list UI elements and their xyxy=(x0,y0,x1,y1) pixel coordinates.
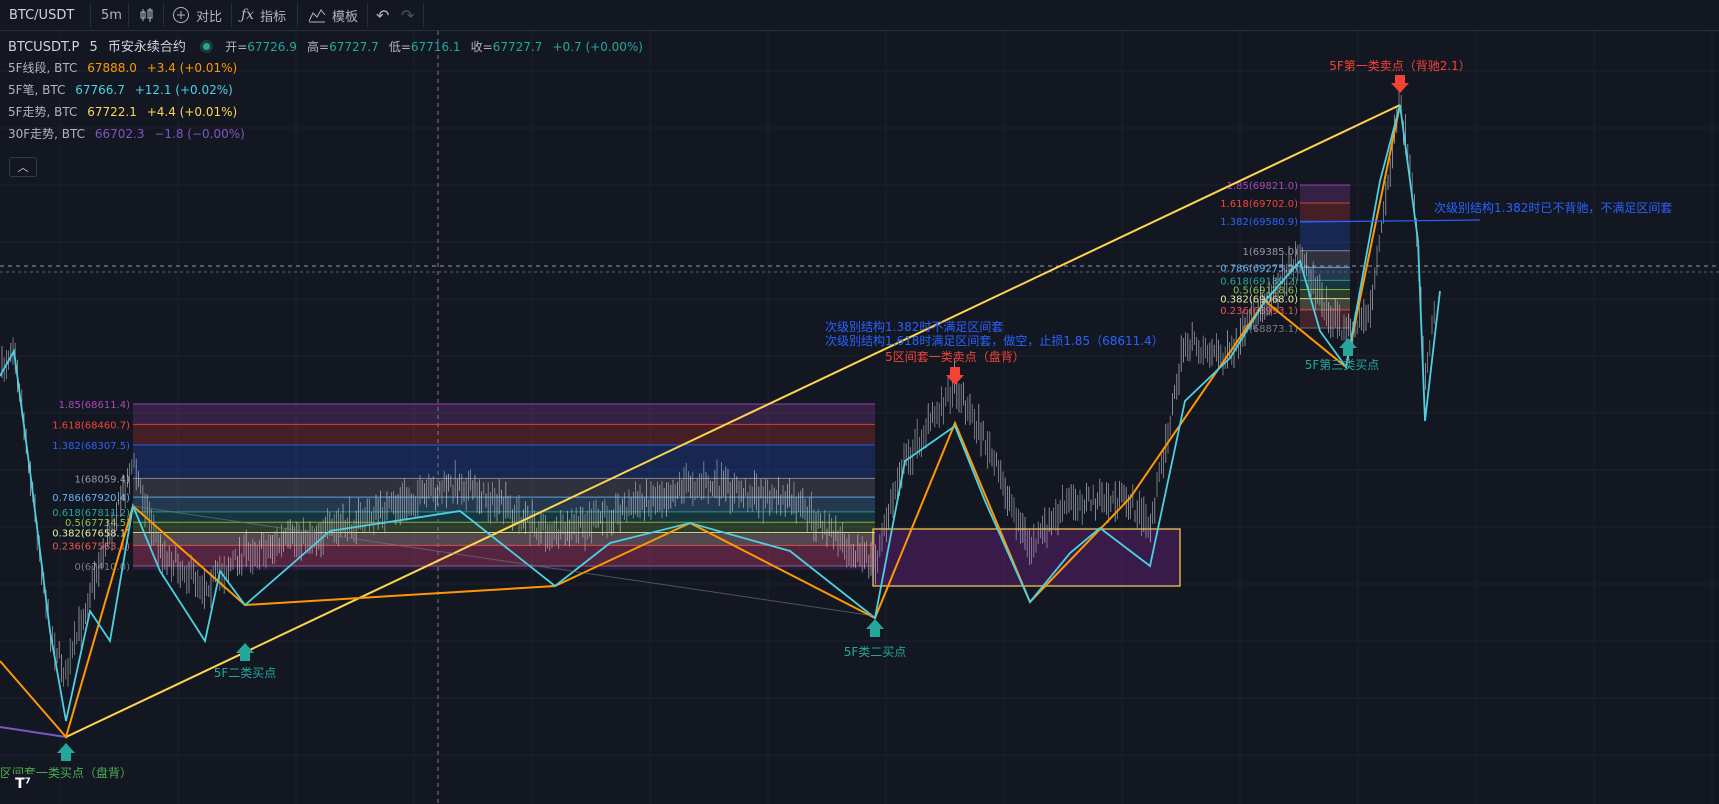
annotation-buy-label: 5F二类买点 xyxy=(214,666,277,680)
fib-right-band xyxy=(1300,221,1350,251)
annotation-note-label: 次级别结构1.382时已不背驰，不满足区间套 xyxy=(1434,200,1672,215)
toolbar-divider xyxy=(231,3,232,27)
fib-right-level-label: 1.618(69702.0) xyxy=(1220,199,1298,210)
price-chart[interactable]: 1.85(68611.4) 1.618(68460.7) 1.382(68307.5… xyxy=(0,31,1719,804)
open-label: 开= xyxy=(225,40,248,54)
legend-exchange: 币安永续合约 xyxy=(107,40,186,55)
fib-left-level-label: 0.236(67563.1) xyxy=(52,541,130,552)
fib-right-band xyxy=(1300,298,1350,310)
indicator-value: 67888.0 xyxy=(87,61,137,75)
tradingview-logo-icon: T⁷ xyxy=(15,776,31,792)
annotation-note-label: 次级别结构1.618时满足区间套，做空，止损1.85（68611.4） xyxy=(825,333,1164,348)
indicator-legend-row[interactable]: 5F线段, BTC 67888.0 +3.4 (+0.01%) xyxy=(8,59,243,76)
annotation-note-label: 次级别结构1.382时不满足区间套 xyxy=(825,319,1003,334)
fib-right-level-label: 1.382(69580.9) xyxy=(1220,217,1298,228)
annotation-sell-label: 5F第一类卖点（背驰2.1） xyxy=(1329,59,1471,73)
candles xyxy=(1,89,1435,687)
sell-arrow-icon xyxy=(1391,75,1409,93)
toolbar-divider xyxy=(90,3,91,27)
indicator-legend-row[interactable]: 30F走势, BTC 66702.3 −1.8 (−0.00%) xyxy=(8,125,251,142)
fib-left-band xyxy=(133,424,875,445)
high-label: 高= xyxy=(307,40,330,54)
annotation-sell-label: 5区间套一类卖点（盘背） xyxy=(885,349,1025,364)
fib-right-band xyxy=(1300,185,1350,203)
fib-right-level-label: 1(69385.0) xyxy=(1242,247,1298,258)
function-icon: ƒx xyxy=(241,7,255,23)
indicator-change: +3.4 (+0.01%) xyxy=(146,61,238,75)
redo-button[interactable]: ↷ xyxy=(401,0,414,30)
high-value: 67727.7 xyxy=(329,40,379,54)
change-value: +0.7 (+0.00%) xyxy=(552,40,644,54)
annotation-buy-label: 5F类二买点 xyxy=(844,645,907,659)
indicator-name: 5F笔, BTC xyxy=(8,83,66,97)
redo-icon: ↷ xyxy=(401,5,415,25)
fib-right-band xyxy=(1300,267,1350,281)
legend-interval: 5 xyxy=(89,40,98,55)
fib-right-level-label: 0.382(69068.0) xyxy=(1220,295,1298,306)
indicator-name: 5F走势, BTC xyxy=(8,105,78,119)
toolbar-divider xyxy=(128,3,129,27)
compare-label: 对比 xyxy=(196,9,223,25)
fib-right-band xyxy=(1300,289,1350,299)
toolbar-divider xyxy=(367,3,368,27)
indicator-change: +4.4 (+0.01%) xyxy=(146,105,238,119)
undo-button[interactable]: ↶ xyxy=(376,0,389,30)
undo-icon: ↶ xyxy=(376,5,390,25)
annotation-buy-label: 5F第三类买点 xyxy=(1305,358,1380,372)
close-value: 67727.7 xyxy=(492,40,543,54)
buy-arrow-icon xyxy=(1339,338,1357,356)
indicator-legend-row[interactable]: 5F走势, BTC 67722.1 +4.4 (+0.01%) xyxy=(8,103,243,120)
indicator-name: 5F线段, BTC xyxy=(8,61,78,75)
templates-label: 模板 xyxy=(332,9,359,25)
fib-left-level-label: 1.618(68460.7) xyxy=(52,420,130,431)
fib-left-level-label: 1(68059.4) xyxy=(74,474,130,485)
fib-right-band xyxy=(1300,202,1350,222)
interval-button[interactable]: 5m xyxy=(101,0,122,30)
symbol-search-button[interactable]: BTC/USDT xyxy=(9,0,74,30)
plus-circle-icon xyxy=(173,7,189,23)
interval-label: 5m xyxy=(101,7,122,23)
collapse-legend-button[interactable]: ︿ xyxy=(9,157,37,177)
low-value: 67716.1 xyxy=(410,40,461,54)
templates-icon xyxy=(308,9,326,23)
templates-button[interactable]: 模板 xyxy=(308,0,358,30)
fib-left-level-label: 1.85(68611.4) xyxy=(59,400,131,411)
toolbar-divider xyxy=(163,3,164,27)
market-status-icon xyxy=(200,40,214,53)
fib-left-level-label: 1.382(68307.5) xyxy=(52,441,130,452)
toolbar-divider xyxy=(423,3,424,27)
fib-right-band xyxy=(1300,250,1350,268)
indicator-change: −1.8 (−0.00%) xyxy=(154,127,245,141)
low-label: 低= xyxy=(388,40,411,54)
compare-button[interactable]: 对比 xyxy=(172,0,222,30)
fib-left-band xyxy=(133,444,875,479)
symbol-label: BTC/USDT xyxy=(9,7,75,23)
indicator-change: +12.1 (+0.02%) xyxy=(134,83,233,97)
top-toolbar: BTC/USDT 5m 对比 ƒx 指标 模板 ↶ ↷ xyxy=(0,0,1719,31)
chevron-up-icon: ︿ xyxy=(17,161,29,174)
indicator-value: 67722.1 xyxy=(87,105,137,119)
tradingview-logo[interactable]: T⁷ xyxy=(8,774,38,794)
toolbar-divider xyxy=(297,3,298,27)
chart-type-button[interactable] xyxy=(139,0,155,30)
buy-arrow-icon xyxy=(866,619,884,637)
indicator-name: 30F走势, BTC xyxy=(8,127,86,141)
indicators-label: 指标 xyxy=(260,9,287,25)
legend-symbol: BTCUSDT.P xyxy=(8,40,80,55)
symbol-legend: BTCUSDT.P 5 币安永续合约 开=67726.9 高=67727.7 低… xyxy=(8,36,649,55)
indicator-value: 66702.3 xyxy=(94,127,145,141)
indicator-legend-row[interactable]: 5F笔, BTC 67766.7 +12.1 (+0.02%) xyxy=(8,81,239,98)
buy-arrow-icon xyxy=(236,643,254,661)
fib-right-band xyxy=(1300,309,1350,328)
trend-30f-line xyxy=(0,726,67,738)
candlestick-icon xyxy=(140,8,153,22)
open-value: 67726.9 xyxy=(247,40,297,54)
sell-arrow-icon xyxy=(946,367,964,385)
indicator-value: 67766.7 xyxy=(75,83,125,97)
fib-left-band xyxy=(133,478,875,498)
indicators-button[interactable]: ƒx 指标 xyxy=(241,0,286,30)
close-label: 收= xyxy=(470,40,493,54)
fib-left-level-label: 0.382(67658.1) xyxy=(52,529,130,540)
center-zone xyxy=(872,528,1181,587)
